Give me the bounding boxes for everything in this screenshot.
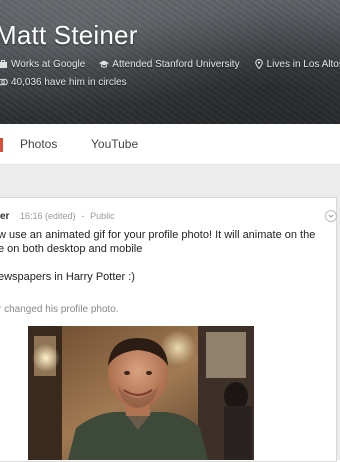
briefcase-icon	[0, 59, 8, 69]
post-text-line-2: e on both desktop and mobile	[0, 243, 143, 255]
post-text-line-1: w use an animated gif for your profile p…	[0, 229, 316, 241]
post-visibility[interactable]: Public	[90, 211, 115, 221]
profile-location: Lives in Los Altos	[266, 58, 340, 70]
post-time[interactable]: 16:16 (edited)	[20, 211, 76, 221]
profile-education: Attended Stanford University	[112, 58, 240, 70]
profile-work: Works at Google	[11, 58, 86, 70]
circles-icon	[0, 77, 8, 87]
profile-info-row: Works at Google Attended Stanford Univer…	[0, 57, 340, 71]
profile-circles-row: 40,036 have him in circles	[0, 75, 127, 89]
post-shared-activity: r changed his profile photo.	[0, 304, 119, 315]
post-meta-separator: -	[81, 211, 85, 221]
active-tab-indicator	[0, 138, 3, 152]
profile-circles: 40,036 have him in circles	[11, 76, 127, 88]
profile-photo[interactable]	[28, 326, 254, 460]
post-menu-button[interactable]	[325, 210, 337, 222]
location-pin-icon	[254, 58, 264, 70]
graduation-cap-icon	[99, 59, 110, 69]
chevron-down-icon	[326, 211, 336, 221]
profile-photo-image	[28, 326, 254, 460]
tab-photos[interactable]: Photos	[20, 137, 57, 151]
post-text-line-3: ewspapers in Harry Potter :)	[0, 271, 135, 283]
post-header: er 16:16 (edited) - Public	[0, 211, 115, 222]
tab-youtube[interactable]: YouTube	[91, 137, 138, 151]
profile-cover: Matt Steiner Works at Google Attended St…	[0, 0, 340, 124]
post-author[interactable]: er	[0, 211, 9, 222]
profile-name: Matt Steiner	[0, 20, 138, 50]
profile-tabs: Photos YouTube	[0, 124, 340, 165]
